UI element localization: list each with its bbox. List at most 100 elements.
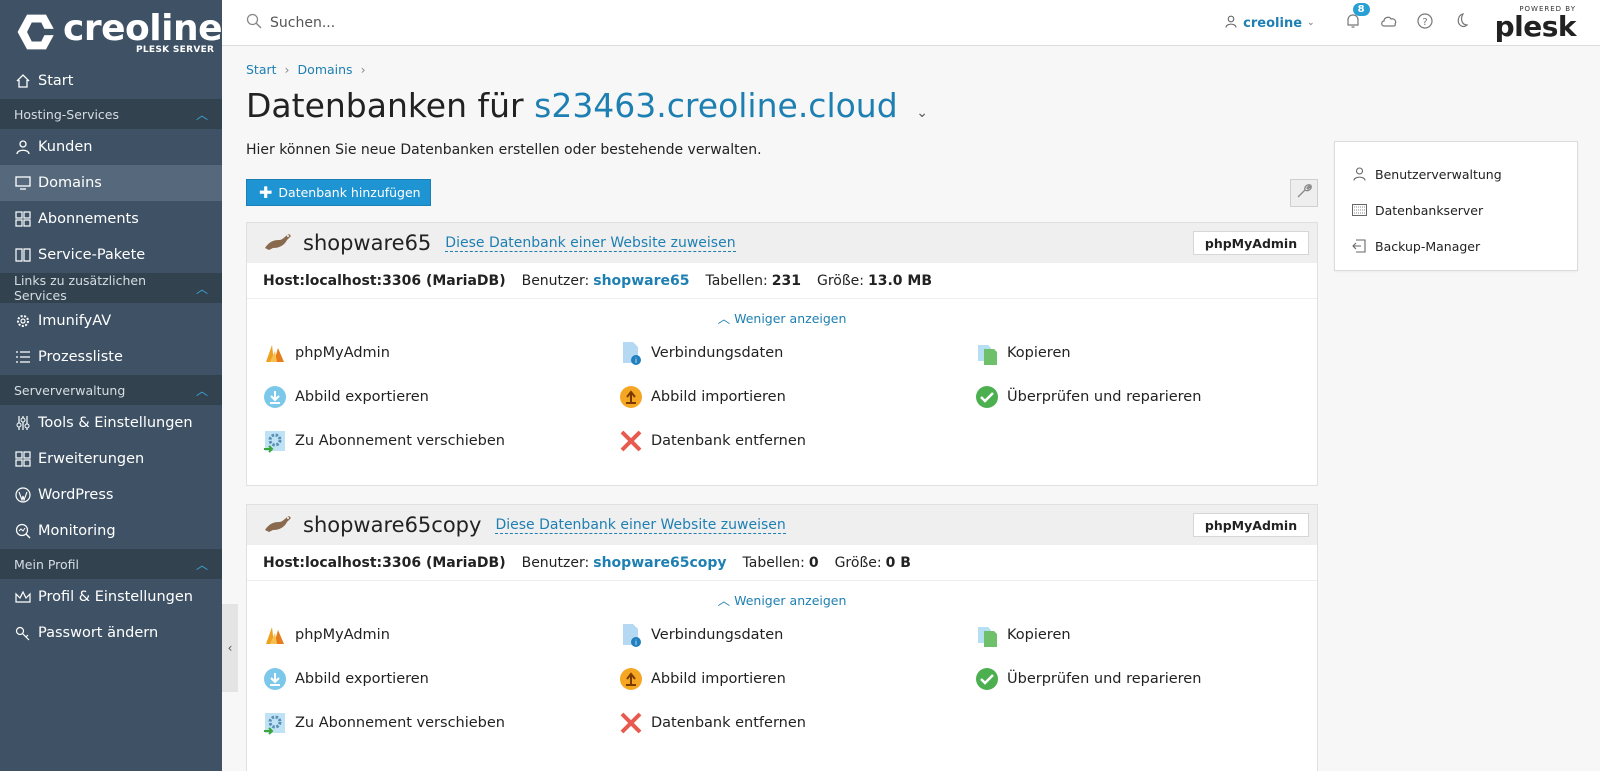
sidebar-item-service-pakete[interactable]: Service-Pakete — [0, 237, 222, 273]
action-import[interactable]: Abbild importieren — [619, 657, 975, 701]
sidebar-item-prozessliste[interactable]: Prozessliste — [0, 339, 222, 375]
add-database-button[interactable]: ✚ Datenbank hinzufügen — [246, 179, 431, 206]
action-connection-info[interactable]: i Verbindungsdaten — [619, 331, 975, 375]
action-connection-info[interactable]: i Verbindungsdaten — [619, 613, 975, 657]
action-remove[interactable]: Datenbank entfernen — [619, 419, 975, 463]
sidebar-item-label: Profil & Einstellungen — [38, 589, 193, 605]
search-input[interactable] — [270, 14, 670, 31]
help-button[interactable]: ? — [1415, 13, 1435, 33]
breadcrumb-start[interactable]: Start — [246, 62, 277, 77]
side-link-database-server[interactable]: Datenbankserver — [1335, 192, 1577, 228]
database-name: shopware65 — [303, 231, 432, 255]
document-info-icon: i — [619, 341, 643, 365]
settings-tool-button[interactable] — [1290, 179, 1318, 207]
sidebar-item-passwort[interactable]: Passwort ändern — [0, 615, 222, 651]
backup-icon — [1351, 239, 1367, 253]
assign-website-link[interactable]: Diese Datenbank einer Website zuweisen — [445, 235, 736, 252]
sidebar-item-label: Abonnements — [38, 211, 139, 227]
sidebar-item-label: Start — [38, 73, 74, 89]
plesk-logo: POWERED BY plesk — [1495, 5, 1577, 41]
sidebar-item-label: WordPress — [38, 487, 114, 503]
list-icon — [14, 348, 32, 366]
chevron-right-icon: › — [360, 62, 366, 77]
sidebar-collapse-button[interactable]: ‹ — [222, 604, 238, 692]
tables-label: Tabellen: — [705, 272, 768, 289]
phpmyadmin-button[interactable]: phpMyAdmin — [1193, 231, 1309, 255]
sidebar-item-abonnements[interactable]: Abonnements — [0, 201, 222, 237]
sidebar-item-label: Erweiterungen — [38, 451, 145, 467]
action-phpmyadmin[interactable]: phpMyAdmin — [263, 613, 619, 657]
action-remove[interactable]: Datenbank entfernen — [619, 701, 975, 745]
phpmyadmin-button[interactable]: phpMyAdmin — [1193, 513, 1309, 537]
svg-text:i: i — [635, 639, 637, 647]
action-export[interactable]: Abbild exportieren — [263, 657, 619, 701]
creoline-logo-icon — [17, 14, 58, 49]
action-import[interactable]: Abbild importieren — [619, 375, 975, 419]
side-link-user-management[interactable]: Benutzerverwaltung — [1335, 156, 1577, 192]
sidebar-item-profil[interactable]: Profil & Einstellungen — [0, 579, 222, 615]
dark-mode-toggle[interactable] — [1451, 13, 1471, 33]
chevron-right-icon: › — [284, 62, 290, 77]
sidebar-item-start[interactable]: Start — [0, 63, 222, 99]
database-user-link[interactable]: shopware65 — [593, 273, 689, 289]
sidebar-group-profil[interactable]: Mein Profil ︿ — [0, 549, 222, 579]
action-move-subscription[interactable]: Zu Abonnement verschieben — [263, 419, 619, 463]
side-link-label: Datenbankserver — [1375, 202, 1484, 218]
mariadb-seal-icon — [263, 512, 293, 538]
action-label: Verbindungsdaten — [651, 345, 784, 361]
notifications-badge: 8 — [1352, 3, 1370, 16]
mariadb-seal-icon — [263, 230, 293, 256]
help-icon: ? — [1416, 13, 1433, 33]
database-size: 0 B — [885, 554, 911, 571]
user-menu[interactable]: creoline ⌄ — [1225, 15, 1315, 32]
user-name: creoline — [1243, 15, 1303, 31]
sidebar-item-label: Prozessliste — [38, 349, 123, 365]
action-check-repair[interactable]: Überprüfen und reparieren — [975, 657, 1315, 701]
sidebar-item-wordpress[interactable]: WordPress — [0, 477, 222, 513]
sidebar-item-tools[interactable]: Tools & Einstellungen — [0, 405, 222, 441]
sidebar-item-erweiterungen[interactable]: Erweiterungen — [0, 441, 222, 477]
assign-website-link[interactable]: Diese Datenbank einer Website zuweisen — [495, 517, 786, 534]
key-icon — [14, 624, 32, 642]
sidebar-item-kunden[interactable]: Kunden — [0, 129, 222, 165]
action-phpmyadmin[interactable]: phpMyAdmin — [263, 331, 619, 375]
action-move-subscription[interactable]: Zu Abonnement verschieben — [263, 701, 619, 745]
show-less-toggle[interactable]: ︿ Weniger anzeigen — [247, 299, 1317, 331]
chevron-up-icon: ︿ — [195, 281, 208, 296]
sidebar-item-imunifyav[interactable]: ImunifyAV — [0, 303, 222, 339]
sidebar-item-label: Service-Pakete — [38, 247, 146, 263]
chevron-down-icon[interactable]: ⌄ — [916, 105, 928, 121]
database-host: Host:localhost:3306 (MariaDB) — [263, 272, 506, 289]
show-less-toggle[interactable]: ︿ Weniger anzeigen — [247, 581, 1317, 613]
cloud-button[interactable] — [1379, 13, 1399, 33]
brand-logo[interactable]: creoline PLESK SERVER — [0, 0, 222, 63]
action-label: Zu Abonnement verschieben — [295, 433, 506, 449]
action-copy[interactable]: Kopieren — [975, 331, 1315, 375]
show-less-label: Weniger anzeigen — [734, 593, 847, 608]
sidebar-group-links[interactable]: Links zu zusätzlichen Services ︿ — [0, 273, 222, 303]
wordpress-icon — [14, 486, 32, 504]
action-label: Datenbank entfernen — [651, 433, 806, 449]
action-label: Überprüfen und reparieren — [1007, 389, 1202, 405]
user-icon — [14, 138, 32, 156]
sidebar-item-monitoring[interactable]: Monitoring — [0, 513, 222, 549]
action-copy[interactable]: Kopieren — [975, 613, 1315, 657]
notifications-button[interactable]: 8 — [1343, 3, 1370, 33]
breadcrumb-domains[interactable]: Domains — [298, 62, 353, 77]
sidebar-group-server[interactable]: Serververwaltung ︿ — [0, 375, 222, 405]
magnifier-chart-icon — [14, 522, 32, 540]
user-label: Benutzer: — [521, 272, 590, 289]
chevron-up-icon: ︿ — [195, 557, 208, 572]
database-user-link[interactable]: shopware65copy — [593, 555, 726, 571]
user-icon — [1351, 167, 1367, 181]
action-export[interactable]: Abbild exportieren — [263, 375, 619, 419]
sidebar-group-hosting[interactable]: Hosting-Services ︿ — [0, 99, 222, 129]
sidebar-item-domains[interactable]: Domains — [0, 165, 222, 201]
side-link-backup-manager[interactable]: Backup-Manager — [1335, 228, 1577, 264]
page-title-domain[interactable]: s23463.creoline.cloud — [534, 86, 898, 125]
show-less-label: Weniger anzeigen — [734, 311, 847, 326]
action-check-repair[interactable]: Überprüfen und reparieren — [975, 375, 1315, 419]
user-label: Benutzer: — [521, 554, 590, 571]
action-label: Abbild importieren — [651, 389, 786, 405]
grid-icon — [14, 210, 32, 228]
